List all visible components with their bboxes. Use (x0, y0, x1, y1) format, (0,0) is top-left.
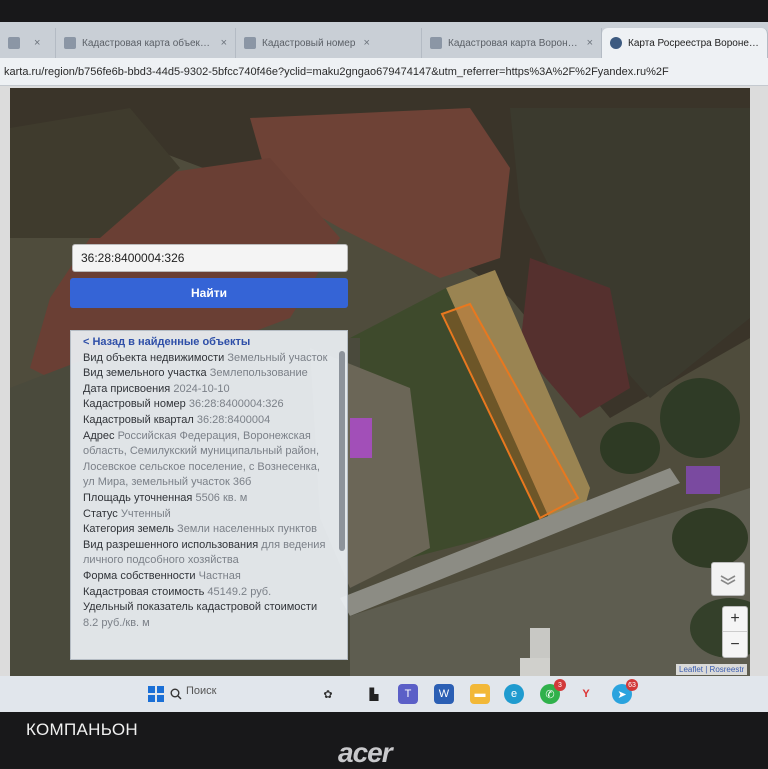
back-to-results-link[interactable]: < Назад в найденные объекты (83, 335, 333, 351)
close-icon[interactable]: × (587, 37, 593, 49)
info-row: Вид земельного участка Землепользование (83, 366, 333, 382)
info-row: Удельный показатель кадастровой стоимост… (83, 600, 333, 631)
tab-label: Кадастровая карта Воронежской (448, 37, 579, 49)
info-row: Кадастровый квартал 36:28:8400004 (83, 413, 333, 429)
find-button[interactable]: Найти (70, 278, 348, 308)
close-icon[interactable]: × (221, 37, 227, 49)
info-row: Адрес Российская Федерация, Воронежская … (83, 429, 333, 491)
taskbar-search-label[interactable]: Поиск (186, 685, 216, 697)
tab-2[interactable]: Кадастровый номер × (236, 28, 422, 58)
info-row-key: Кадастровый номер (83, 398, 186, 411)
search-icon (170, 688, 182, 700)
info-row: Статус Учтенный (83, 507, 333, 523)
object-info-panel: < Назад в найденные объекты Вид объекта … (70, 330, 348, 660)
info-row-key: Вид разрешенного использования (83, 538, 259, 551)
info-rows: Вид объекта недвижимости Земельный участ… (83, 351, 333, 632)
info-row-value: 2024-10-10 (173, 382, 230, 395)
info-row-key: Адрес (83, 429, 115, 442)
tab-favicon-icon (244, 37, 256, 49)
word-icon[interactable]: W (434, 684, 454, 704)
tab-label: Кадастровая карта объекта данных (82, 37, 213, 49)
info-row-value: 5506 кв. м (195, 491, 248, 504)
tab-label: Кадастровый номер (262, 37, 356, 49)
info-row-value: Землепользование (209, 367, 308, 380)
info-row-key: Удельный показатель кадастровой стоимост… (83, 601, 318, 614)
info-row: Форма собственности Частная (83, 569, 333, 585)
info-row: Кадастровый номер 36:28:8400004:326 (83, 397, 333, 413)
tab-favicon-icon (430, 37, 442, 49)
windows-start-icon[interactable] (148, 686, 164, 702)
rosreestr-favicon-icon (610, 37, 622, 49)
zoom-out-button[interactable]: − (723, 632, 747, 657)
tab-label: Карта Росреестра Воронежско (628, 37, 759, 49)
info-row: Вид объекта недвижимости Земельный участ… (83, 351, 333, 367)
info-row-key: Категория земель (83, 523, 174, 536)
watermark-label: КОМПАНЬОН (26, 720, 138, 739)
widgets-icon[interactable]: ✿ (318, 684, 338, 704)
tab-1[interactable]: Кадастровая карта объекта данных × (56, 28, 236, 58)
info-row: Дата присвоения 2024-10-10 (83, 382, 333, 398)
telegram-icon[interactable]: ➤ 63 (612, 679, 638, 704)
whatsapp-badge: 3 (554, 679, 566, 691)
tab-favicon-icon (8, 37, 20, 49)
address-bar[interactable]: karta.ru/region/b756fe6b-bbd3-44d5-9302-… (0, 58, 768, 86)
info-row-key: Кадастровая стоимость (83, 585, 205, 598)
info-row-value: Земельный участок (227, 351, 328, 364)
info-row: Вид разрешенного использования для веден… (83, 538, 333, 569)
url-text[interactable]: karta.ru/region/b756fe6b-bbd3-44d5-9302-… (4, 66, 669, 78)
close-icon[interactable]: × (363, 37, 369, 49)
task-view-icon[interactable]: ▙ (364, 684, 384, 704)
info-row: Кадастровая стоимость 45149.2 руб. (83, 585, 333, 601)
info-row-value: 45149.2 руб. (207, 585, 272, 598)
info-panel-scrollbar[interactable] (339, 351, 345, 551)
info-row-value: Учтенный (120, 507, 171, 520)
close-icon[interactable]: × (34, 37, 40, 49)
info-row-value: 36:28:8400004:326 (188, 398, 284, 411)
info-row-key: Форма собственности (83, 569, 196, 582)
tab-0[interactable]: × (0, 28, 56, 58)
info-row-key: Площадь уточненная (83, 491, 193, 504)
acer-logo: acer (338, 737, 393, 768)
info-row: Площадь уточненная 5506 кв. м (83, 491, 333, 507)
edge-icon[interactable]: e (504, 684, 524, 704)
file-explorer-icon[interactable]: ▬ (470, 684, 490, 704)
info-row: Категория земель Земли населенных пункто… (83, 522, 333, 538)
info-row-key: Дата присвоения (83, 382, 171, 395)
info-row-key: Статус (83, 507, 118, 520)
info-row-value: Частная (198, 569, 241, 582)
layers-icon[interactable] (711, 562, 745, 596)
zoom-control: + − (722, 606, 748, 658)
screen: × Кадастровая карта объекта данных × Када… (0, 22, 768, 712)
info-row-key: Вид объекта недвижимости (83, 351, 225, 364)
laptop-frame: × Кадастровая карта объекта данных × Када… (0, 0, 768, 768)
whatsapp-icon[interactable]: ✆ 3 (540, 679, 566, 704)
tab-strip: × Кадастровая карта объекта данных × Када… (0, 22, 768, 58)
zoom-in-button[interactable]: + (723, 607, 747, 632)
map-attribution[interactable]: Leaflet | Rosreestr (676, 664, 748, 675)
teams-icon[interactable]: T (398, 684, 418, 704)
info-row-value: Российская Федерация, Воронежская област… (83, 429, 320, 489)
info-row-key: Вид земельного участка (83, 367, 207, 380)
tab-active[interactable]: Карта Росреестра Воронежско (602, 28, 768, 58)
info-row-key: Кадастровый квартал (83, 413, 194, 426)
tab-3[interactable]: Кадастровая карта Воронежской × (422, 28, 602, 58)
telegram-badge: 63 (626, 679, 638, 691)
info-row-value: 36:28:8400004 (196, 413, 271, 426)
yandex-icon[interactable]: Y (576, 684, 596, 704)
windows-taskbar: Поиск ✿ ▙ T W ▬ e ✆ 3 Y ➤ 63 (0, 676, 768, 712)
info-row-value: Земли населенных пунктов (177, 523, 317, 536)
info-row-value: 8.2 руб./кв. м (83, 616, 150, 629)
cadastral-search-input[interactable]: 36:28:8400004:326 (72, 244, 348, 272)
tab-favicon-icon (64, 37, 76, 49)
